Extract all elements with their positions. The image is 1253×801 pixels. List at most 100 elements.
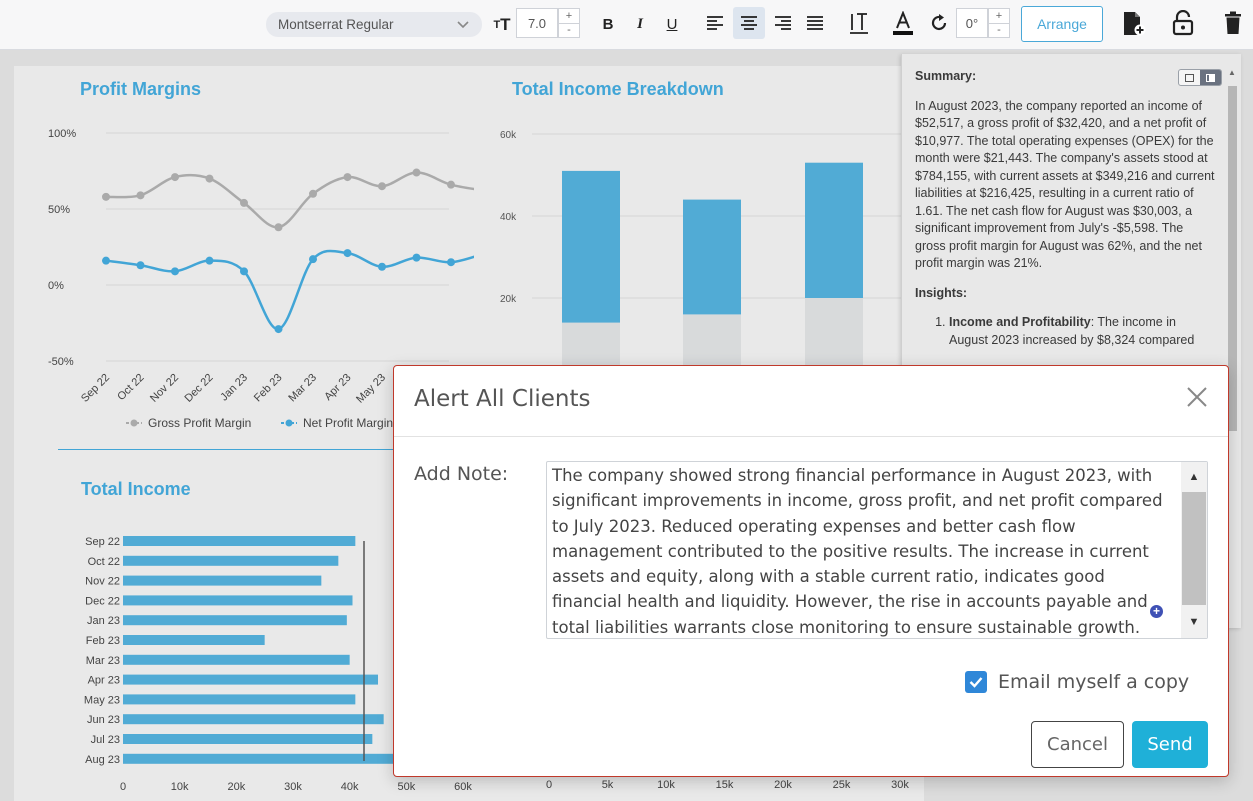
y-tick-label: 0%: [48, 280, 64, 292]
y-tick-label: Oct 22: [88, 556, 120, 568]
x-tick-label: 0: [546, 779, 552, 791]
y-tick-label: Jun 23: [87, 714, 120, 726]
font-size-stepper[interactable]: + -: [558, 8, 580, 38]
trash-icon[interactable]: [1224, 11, 1242, 35]
data-point: [205, 256, 214, 265]
bar: [123, 654, 350, 665]
y-tick-label: Jan 23: [87, 615, 120, 627]
x-tick-label: May 23: [354, 372, 388, 406]
data-point: [447, 258, 455, 267]
bar-segment-top: [805, 162, 863, 298]
panel-scrollbar[interactable]: ▲: [1228, 68, 1237, 617]
bar: [123, 536, 356, 546]
x-tick-label: Mar 23: [286, 372, 319, 405]
data-point: [136, 261, 145, 270]
data-point: [412, 253, 421, 262]
data-point: [378, 262, 386, 271]
close-icon[interactable]: [1184, 384, 1210, 410]
bar: [123, 714, 384, 725]
bar: [123, 595, 353, 606]
rotate-icon[interactable]: [929, 13, 949, 33]
x-tick-label: 50k: [397, 781, 415, 793]
list-item: Income and Profitability: The income in …: [949, 314, 1215, 349]
data-point: [343, 173, 352, 182]
align-justify-icon[interactable]: [806, 14, 824, 32]
x-tick-label: 20k: [774, 779, 792, 791]
line-height-icon[interactable]: [849, 11, 869, 35]
font-family-select[interactable]: Montserrat Regular: [266, 12, 482, 37]
email-copy-checkbox[interactable]: [965, 671, 987, 693]
bar: [123, 753, 421, 764]
x-tick-label: Apr 23: [322, 372, 353, 403]
font-size-input[interactable]: 7.0: [516, 8, 558, 38]
y-tick-label: 50%: [48, 204, 70, 216]
bar: [123, 734, 373, 744]
italic-button[interactable]: I: [630, 13, 650, 35]
align-center-button[interactable]: [733, 7, 765, 39]
font-size-icon: TT: [493, 15, 511, 34]
data-point: [102, 256, 110, 265]
email-copy-label[interactable]: Email myself a copy: [998, 671, 1189, 693]
data-point: [171, 173, 179, 182]
bar: [123, 674, 378, 685]
y-tick-label: -50%: [48, 356, 74, 368]
align-left-icon[interactable]: [706, 14, 724, 32]
unlock-icon[interactable]: [1172, 10, 1194, 36]
series-line-net: [105, 249, 474, 331]
bar: [123, 615, 347, 626]
x-tick-label: Nov 22: [148, 372, 181, 405]
legend-label: Gross Profit Margin: [148, 416, 251, 430]
scroll-up-arrow-icon[interactable]: ▲: [1181, 464, 1207, 490]
summary-heading: Summary:: [915, 69, 977, 83]
y-tick-label: Jul 23: [91, 734, 120, 746]
data-point: [378, 182, 386, 191]
data-point: [274, 223, 283, 232]
note-scrollbar[interactable]: ▲ ▼: [1181, 462, 1207, 638]
rotation-input[interactable]: 0°: [956, 8, 988, 38]
dialog-divider: [394, 436, 1228, 437]
note-textarea[interactable]: The company showed strong financial perf…: [546, 461, 1208, 639]
checkmark-icon: [969, 677, 983, 688]
stepper-down[interactable]: -: [989, 22, 1009, 38]
x-tick-label: 30k: [284, 781, 302, 793]
y-tick-label: 40k: [500, 212, 517, 223]
insights-heading: Insights:: [915, 285, 968, 300]
bar: [123, 575, 322, 586]
add-page-icon[interactable]: [1122, 11, 1146, 37]
y-tick-label: Sep 22: [85, 536, 120, 548]
data-point: [343, 249, 352, 258]
align-right-icon[interactable]: [774, 14, 792, 32]
data-point: [309, 189, 317, 198]
y-tick-label: Apr 23: [88, 675, 120, 687]
stepper-up[interactable]: +: [559, 9, 579, 23]
bold-button[interactable]: B: [598, 13, 618, 35]
y-tick-label: 100%: [48, 128, 76, 140]
bar-segment-top: [683, 199, 741, 315]
x-tick-label: Oct 22: [115, 372, 146, 403]
panel-scrollbar-thumb[interactable]: [1228, 86, 1237, 431]
bar: [123, 555, 339, 566]
stepper-up[interactable]: +: [989, 9, 1009, 23]
x-tick-label: Feb 23: [252, 372, 285, 405]
x-tick-label: Dec 22: [182, 372, 215, 405]
data-point: [136, 191, 145, 200]
scroll-down-arrow-icon[interactable]: ▼: [1181, 609, 1207, 635]
y-tick-label: Feb 23: [86, 635, 120, 647]
send-button[interactable]: Send: [1132, 721, 1208, 768]
data-point: [102, 192, 110, 201]
note-scrollbar-thumb[interactable]: [1182, 492, 1206, 605]
x-tick-label: 15k: [716, 779, 734, 791]
scroll-up-arrow-icon[interactable]: ▲: [1228, 68, 1236, 77]
stepper-down[interactable]: -: [559, 22, 579, 38]
data-point: [171, 267, 179, 276]
rotation-stepper[interactable]: + -: [988, 8, 1010, 38]
add-icon[interactable]: +: [1150, 605, 1163, 618]
arrange-button[interactable]: Arrange: [1021, 6, 1103, 42]
note-text[interactable]: The company showed strong financial perf…: [552, 463, 1174, 640]
chevron-down-icon: [457, 20, 469, 28]
underline-button[interactable]: U: [662, 13, 682, 35]
text-color-icon[interactable]: [892, 11, 914, 37]
cancel-button[interactable]: Cancel: [1031, 721, 1124, 768]
x-tick-label: 25k: [833, 779, 851, 791]
y-tick-label: Mar 23: [86, 655, 120, 667]
